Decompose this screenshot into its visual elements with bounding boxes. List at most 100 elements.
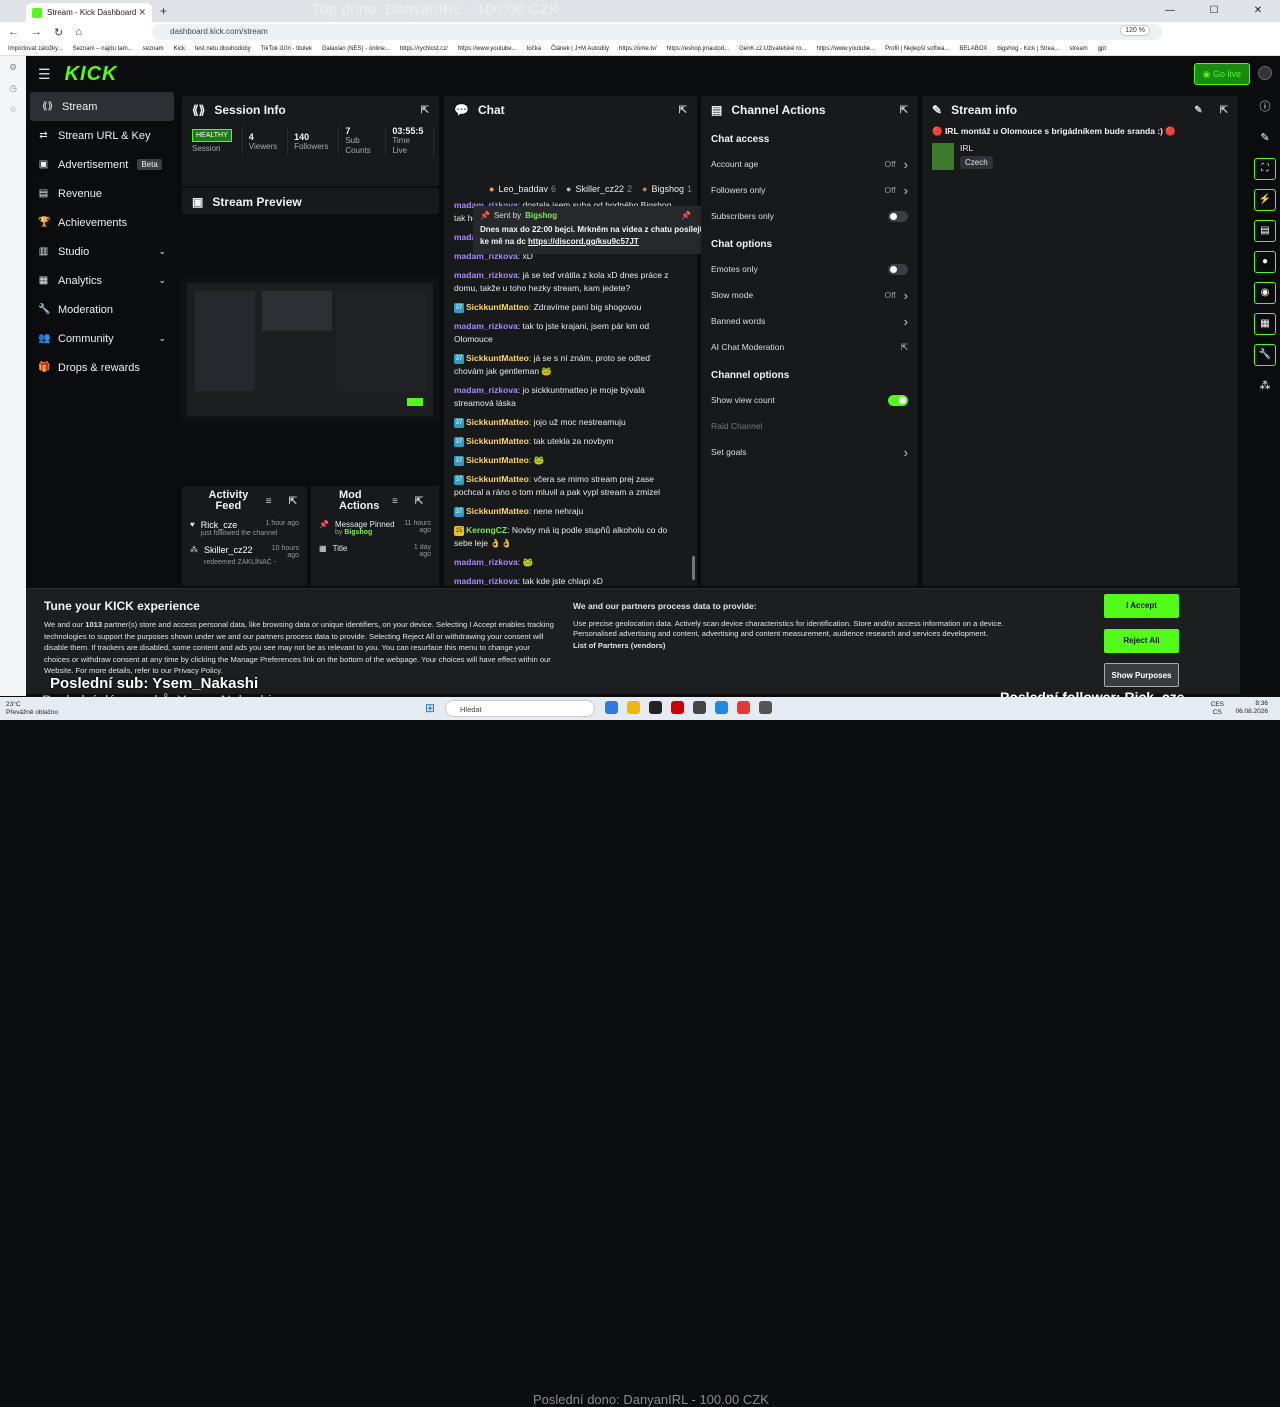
app-icon[interactable] — [649, 701, 662, 714]
chat-username[interactable]: SickkuntMatteo — [466, 436, 529, 446]
bookmark-item[interactable]: Profil | Nejlepší softwa... — [885, 46, 949, 52]
activity-user[interactable]: Skiller_cz22 — [204, 545, 253, 559]
notes-icon[interactable]: ▤ — [1254, 220, 1276, 242]
broadcast-icon[interactable]: ◉ — [1254, 282, 1276, 304]
sidebar-item-advertisement[interactable]: ▣AdvertisementBeta — [26, 150, 176, 179]
edge-history-icon[interactable]: ◷ — [9, 83, 17, 94]
bookmark-item[interactable]: https://eshop.jmautod... — [667, 46, 729, 52]
sidebar-item-community[interactable]: 👥Community⌄ — [26, 324, 176, 353]
back-icon[interactable]: ← — [8, 26, 19, 38]
mod-user[interactable]: Bigshog — [344, 529, 372, 536]
popout-icon[interactable]: ⇱ — [679, 105, 687, 116]
toggle-switch[interactable] — [888, 395, 908, 406]
zoom-indicator[interactable]: 120 % — [1120, 25, 1150, 36]
chat-username[interactable]: madam_rizkova — [454, 270, 518, 280]
external-link-icon[interactable]: ⇱ — [901, 342, 908, 353]
chat-username[interactable]: SickkuntMatteo — [466, 417, 529, 427]
chevron-right-icon[interactable]: › — [904, 288, 908, 303]
windows-start-icon[interactable]: ⊞ — [425, 701, 435, 715]
chevron-right-icon[interactable]: › — [904, 183, 908, 198]
taskbar-search[interactable]: Hledat — [445, 700, 595, 717]
top-chatter[interactable]: ●Leo_baddav6 — [489, 184, 556, 194]
pinned-message[interactable]: 📌 Sent by Bigshog 📌 ⋮ Dnes max do 22:00 … — [473, 206, 718, 254]
chevron-right-icon[interactable]: › — [904, 314, 908, 329]
channel-option-set-goals[interactable]: Set goals› — [701, 439, 918, 465]
filter-icon[interactable]: ≡ — [392, 496, 398, 507]
explorer-icon[interactable] — [605, 701, 618, 714]
apps-icon[interactable]: ⁂ — [1254, 375, 1276, 397]
channel-option-followers-only[interactable]: Followers onlyOff› — [701, 177, 918, 203]
chevron-right-icon[interactable]: › — [904, 157, 908, 172]
bookmark-item[interactable]: stream — [1069, 46, 1087, 52]
channel-option-account-age[interactable]: Account ageOff› — [701, 151, 918, 177]
home-icon[interactable]: ⌂ — [75, 26, 82, 38]
bookmark-item[interactable]: https://ome.tv/ — [619, 46, 657, 52]
chat-username[interactable]: madam_rizkova — [454, 321, 518, 331]
channel-option-raid-channel[interactable]: Raid Channel — [701, 413, 918, 439]
channel-option-banned-words[interactable]: Banned words› — [701, 308, 918, 334]
app-icon[interactable] — [671, 701, 684, 714]
bookmark-item[interactable]: Článek | J+M Autodíly — [551, 46, 609, 52]
chat-username[interactable]: KerongCZ — [466, 525, 507, 535]
kick-logo[interactable]: KICK — [65, 63, 118, 86]
stream-preview-video[interactable] — [181, 277, 439, 422]
bookmark-item[interactable]: BELABOX — [959, 46, 987, 52]
maximize-icon[interactable]: ☐ — [1192, 0, 1236, 22]
channel-option-show-view-count[interactable]: Show view count — [701, 387, 918, 413]
bookmark-item[interactable]: https://www.youtube... — [458, 46, 517, 52]
menu-icon[interactable]: ☰ — [38, 66, 51, 83]
top-chatter[interactable]: ●Bigshog1 — [642, 184, 692, 194]
layout-icon[interactable]: ▦ — [1254, 313, 1276, 335]
sidebar-item-studio[interactable]: ▥Studio⌄ — [26, 237, 176, 266]
bookmark-item[interactable]: https://rychlost.cz/ — [400, 46, 448, 52]
channel-option-slow-mode[interactable]: Slow modeOff› — [701, 282, 918, 308]
sidebar-item-analytics[interactable]: ▦Analytics⌄ — [26, 266, 176, 295]
activity-user[interactable]: Rick_cze — [201, 520, 238, 530]
reject-all-button[interactable]: Reject All — [1104, 629, 1179, 653]
forward-icon[interactable]: → — [31, 26, 42, 38]
popout-icon[interactable]: ⇱ — [900, 105, 908, 116]
sidebar-item-stream[interactable]: ⟪⟫Stream — [30, 92, 174, 121]
avatar[interactable] — [1258, 66, 1272, 80]
clip-icon[interactable]: ⛶ — [1254, 158, 1276, 180]
bookmark-item[interactable]: Importovat záložky... — [8, 46, 63, 52]
chevron-down-icon[interactable]: ⌄ — [158, 246, 166, 257]
channel-option-subscribers-only[interactable]: Subscribers only — [701, 203, 918, 229]
edge-icon[interactable] — [715, 701, 728, 714]
chat-username[interactable]: SickkuntMatteo — [466, 353, 529, 363]
bookmark-item[interactable]: test netu dlouhodoby — [195, 46, 251, 52]
bookmark-item[interactable]: bigshog - Kick | Strea... — [997, 46, 1059, 52]
info-icon[interactable]: ⓘ — [1254, 96, 1276, 118]
go-live-button[interactable]: ◉ Go live — [1194, 63, 1250, 85]
toggle-switch[interactable] — [888, 211, 908, 222]
new-tab-icon[interactable]: + — [160, 4, 167, 18]
bookmark-item[interactable]: gpt — [1098, 46, 1106, 52]
edit-icon[interactable]: ✎ — [1194, 105, 1202, 116]
chat-username[interactable]: SickkuntMatteo — [466, 455, 529, 465]
chat-username[interactable]: madam_rizkova — [454, 557, 518, 567]
chat-toggle-icon[interactable]: ● — [1254, 251, 1276, 273]
chevron-down-icon[interactable]: ⌄ — [158, 275, 166, 286]
sidebar-item-moderation[interactable]: 🔧Moderation — [26, 295, 176, 324]
popout-icon[interactable]: ⇱ — [415, 496, 423, 507]
app-icon[interactable] — [759, 701, 772, 714]
folder-icon[interactable] — [627, 701, 640, 714]
close-tab-icon[interactable]: ✕ — [138, 7, 146, 18]
close-window-icon[interactable]: ✕ — [1236, 0, 1280, 22]
chat-username[interactable]: SickkuntMatteo — [466, 474, 529, 484]
bookmark-item[interactable]: https://www.youtube... — [816, 46, 875, 52]
top-chatter[interactable]: ●Skiller_cz222 — [566, 184, 632, 194]
category-name[interactable]: IRL — [960, 143, 993, 153]
sidebar-item-revenue[interactable]: ▤Revenue — [26, 179, 176, 208]
bookmark-item[interactable]: TikTok i10n - titulek — [261, 46, 312, 52]
wrench-icon[interactable]: 🔧 — [1254, 344, 1276, 366]
toggle-switch[interactable] — [888, 264, 908, 275]
chat-scrollbar[interactable] — [692, 556, 695, 580]
language-indicator[interactable]: CES CS — [1211, 701, 1224, 717]
url-field[interactable]: dashboard.kick.com/stream — [152, 24, 1162, 40]
sidebar-item-drops-rewards[interactable]: 🎁Drops & rewards — [26, 353, 176, 382]
vendors-link[interactable]: List of Partners (vendors) — [573, 641, 1033, 651]
bookmark-item[interactable]: Galaxian (NES) - online... — [322, 46, 390, 52]
unpin-icon[interactable]: 📌 — [681, 211, 691, 220]
popout-icon[interactable]: ⇱ — [421, 105, 429, 116]
